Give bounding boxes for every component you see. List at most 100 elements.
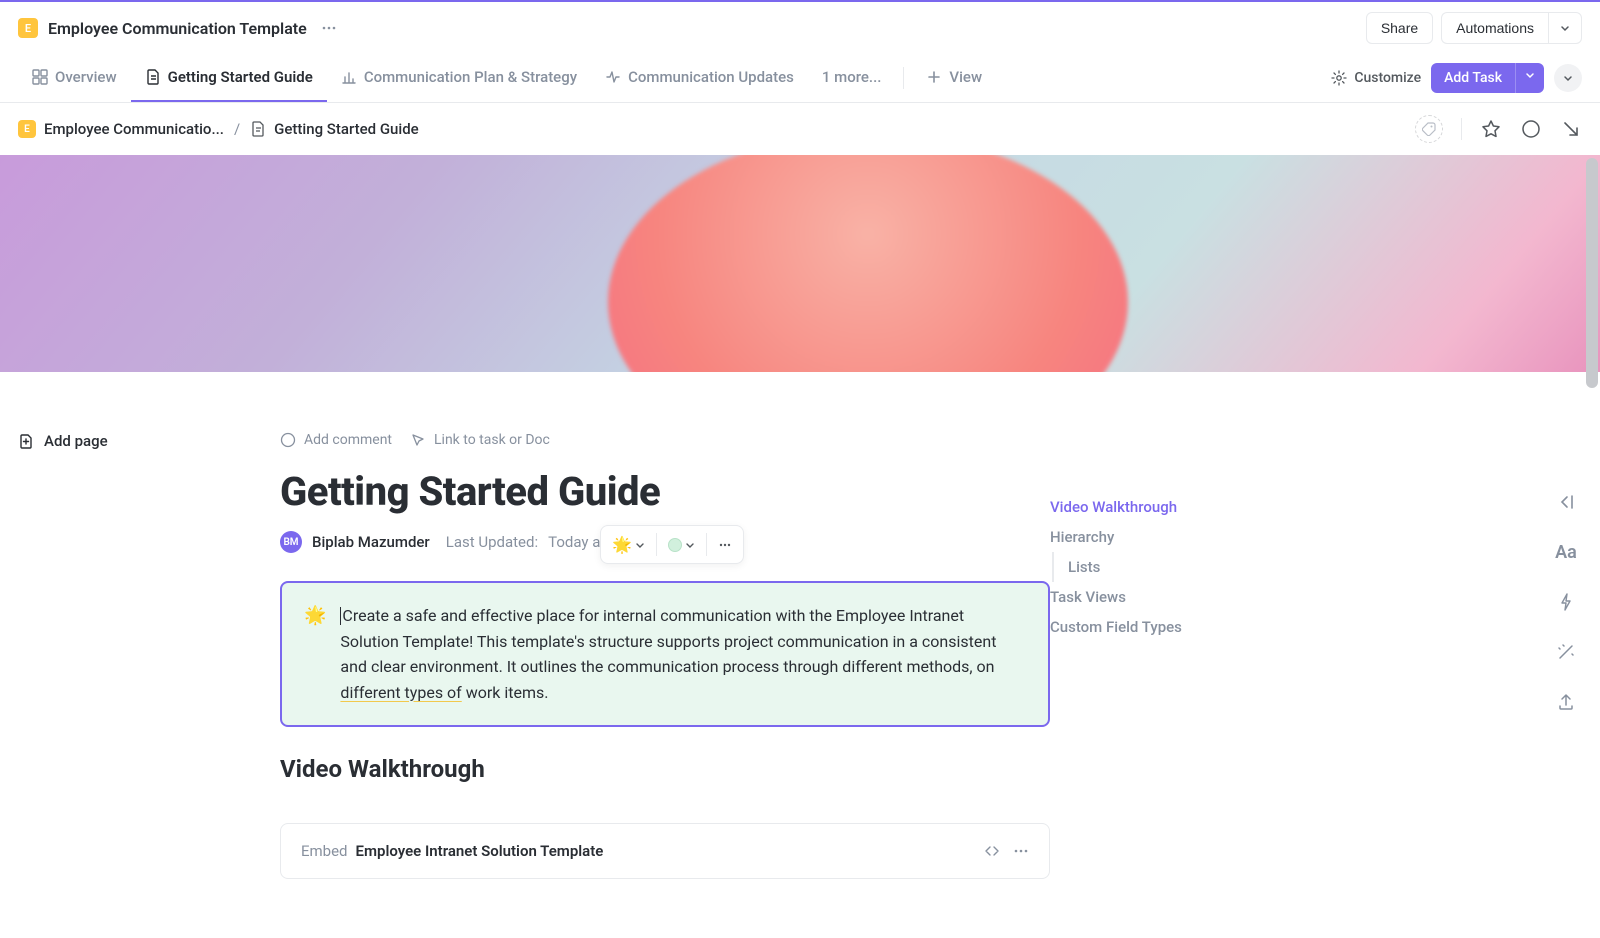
add-task-chevron[interactable] — [1515, 63, 1544, 93]
tab-separator — [903, 67, 904, 89]
chevron-down-icon — [685, 540, 695, 550]
callout-text[interactable]: Create a safe and effective place for in… — [340, 603, 1026, 705]
callout-text-underlined: different types of — [340, 683, 461, 702]
automations-dropdown-button[interactable] — [1548, 12, 1582, 44]
tab-more-label: 1 more... — [822, 68, 882, 86]
automations-button[interactable]: Automations — [1441, 12, 1548, 44]
collapse-icon — [1556, 492, 1576, 512]
add-view-button[interactable]: View — [912, 54, 996, 102]
toolbar-emoji-button[interactable]: 🌟 — [605, 530, 652, 559]
toolbar-more-button[interactable] — [711, 530, 739, 559]
workspace-title[interactable]: Employee Communication Template — [48, 19, 307, 38]
wand-button[interactable] — [1554, 640, 1578, 664]
export-button[interactable] — [1554, 690, 1578, 714]
callout-text-before: Create a safe and effective place for in… — [340, 606, 996, 676]
breadcrumb-current[interactable]: Getting Started Guide — [250, 120, 419, 138]
workspace-icon[interactable]: E — [18, 18, 38, 38]
more-actions-icon[interactable] — [317, 16, 341, 40]
tabs-bar: Overview Getting Started Guide Communica… — [0, 54, 1600, 103]
main-content: Add comment Link to task or Doc Getting … — [280, 372, 1050, 919]
tabs-left: Overview Getting Started Guide Communica… — [18, 54, 996, 102]
content-wrap: Add page Add comment Link to task or Doc… — [0, 372, 1600, 919]
author-avatar[interactable]: BM — [280, 531, 302, 553]
toc-item-video-walkthrough[interactable]: Video Walkthrough — [1050, 492, 1310, 522]
expand-icon[interactable] — [983, 842, 1001, 860]
author-name[interactable]: Biplab Mazumder — [312, 533, 430, 551]
dots-icon[interactable] — [1013, 843, 1029, 859]
tab-label: Communication Plan & Strategy — [364, 68, 577, 86]
customize-label: Customize — [1354, 70, 1421, 86]
add-comment-label: Add comment — [304, 432, 392, 448]
toolbar-color-button[interactable] — [661, 530, 702, 559]
add-page-button[interactable]: Add page — [18, 432, 280, 450]
add-page-label: Add page — [44, 432, 108, 450]
breadcrumb-separator: / — [234, 120, 240, 138]
right-rail: Aa — [1554, 490, 1578, 714]
add-task-label: Add Task — [1431, 63, 1515, 93]
header-left: E Employee Communication Template — [18, 16, 341, 40]
gear-icon — [1331, 70, 1347, 86]
lightning-icon — [1556, 592, 1576, 612]
meta-row: BM Biplab Mazumder Last Updated: Today a… — [280, 531, 1050, 553]
toc-item-task-views[interactable]: Task Views — [1050, 582, 1310, 612]
link-task-button[interactable]: Link to task or Doc — [410, 432, 550, 448]
chart-icon — [341, 69, 357, 85]
toc-item-hierarchy[interactable]: Hierarchy — [1050, 522, 1310, 552]
comment-button[interactable] — [1520, 118, 1542, 140]
chevron-down-icon — [1525, 70, 1535, 80]
tab-label: Communication Updates — [628, 68, 794, 86]
breadcrumb-bar: E Employee Communicatio... / Getting Sta… — [0, 103, 1600, 155]
collapse-toc-button[interactable] — [1554, 490, 1578, 514]
last-updated-label: Last Updated: — [446, 533, 538, 551]
automations-button-group: Automations — [1441, 12, 1582, 44]
chevron-down-icon — [1562, 72, 1574, 84]
scrollbar-thumb[interactable] — [1586, 158, 1598, 388]
share-button[interactable]: Share — [1366, 12, 1433, 44]
add-task-button[interactable]: Add Task — [1431, 63, 1544, 93]
callout-emoji-icon: 🌟 — [304, 605, 326, 705]
plus-icon — [926, 69, 942, 85]
comment-icon — [280, 432, 296, 448]
star-button[interactable] — [1480, 118, 1502, 140]
magic-button[interactable] — [1554, 590, 1578, 614]
section-video-walkthrough[interactable]: Video Walkthrough — [280, 755, 1050, 783]
download-button[interactable] — [1560, 118, 1582, 140]
tab-getting-started[interactable]: Getting Started Guide — [131, 54, 327, 102]
breadcrumb-parent[interactable]: E Employee Communicatio... — [18, 120, 224, 138]
breadcrumb-parent-label: Employee Communicatio... — [44, 120, 224, 138]
callout-text-after: work items. — [462, 683, 549, 702]
embed-title: Employee Intranet Solution Template — [356, 842, 604, 860]
dots-icon — [718, 538, 732, 552]
color-swatch-icon — [668, 538, 682, 552]
star-icon — [1481, 119, 1501, 139]
text-style-button[interactable]: Aa — [1554, 540, 1578, 564]
toc-item-custom-field-types[interactable]: Custom Field Types — [1050, 612, 1310, 642]
page-title[interactable]: Getting Started Guide — [280, 468, 1050, 515]
link-icon — [410, 432, 426, 448]
doc-icon — [145, 69, 161, 85]
cover-image[interactable] — [0, 155, 1600, 372]
comment-icon — [1521, 119, 1541, 139]
tag-button[interactable] — [1415, 115, 1443, 143]
link-task-label: Link to task or Doc — [434, 432, 550, 448]
overflow-menu-button[interactable] — [1554, 64, 1582, 92]
toolbar-separator — [706, 533, 707, 556]
tabs-right: Customize Add Task — [1331, 63, 1582, 93]
add-comment-button[interactable]: Add comment — [280, 432, 392, 448]
page-actions-row: Add comment Link to task or Doc — [280, 432, 1050, 448]
customize-button[interactable]: Customize — [1331, 70, 1421, 86]
tab-overview[interactable]: Overview — [18, 54, 131, 102]
tab-communication-updates[interactable]: Communication Updates — [591, 54, 808, 102]
chevron-down-icon — [1559, 22, 1571, 34]
table-of-contents: Video Walkthrough Hierarchy Lists Task V… — [1050, 372, 1310, 919]
tab-label: Overview — [55, 68, 117, 86]
embed-block[interactable]: Embed Employee Intranet Solution Templat… — [280, 823, 1050, 879]
toc-item-lists[interactable]: Lists — [1068, 552, 1310, 582]
floating-toolbar: 🌟 — [600, 525, 744, 564]
tab-communication-plan[interactable]: Communication Plan & Strategy — [327, 54, 591, 102]
add-page-icon — [18, 433, 34, 449]
add-view-label: View — [949, 68, 982, 86]
tab-more[interactable]: 1 more... — [808, 54, 896, 102]
tag-icon — [1422, 122, 1436, 136]
callout-block[interactable]: 🌟 Create a safe and effective place for … — [280, 581, 1050, 727]
